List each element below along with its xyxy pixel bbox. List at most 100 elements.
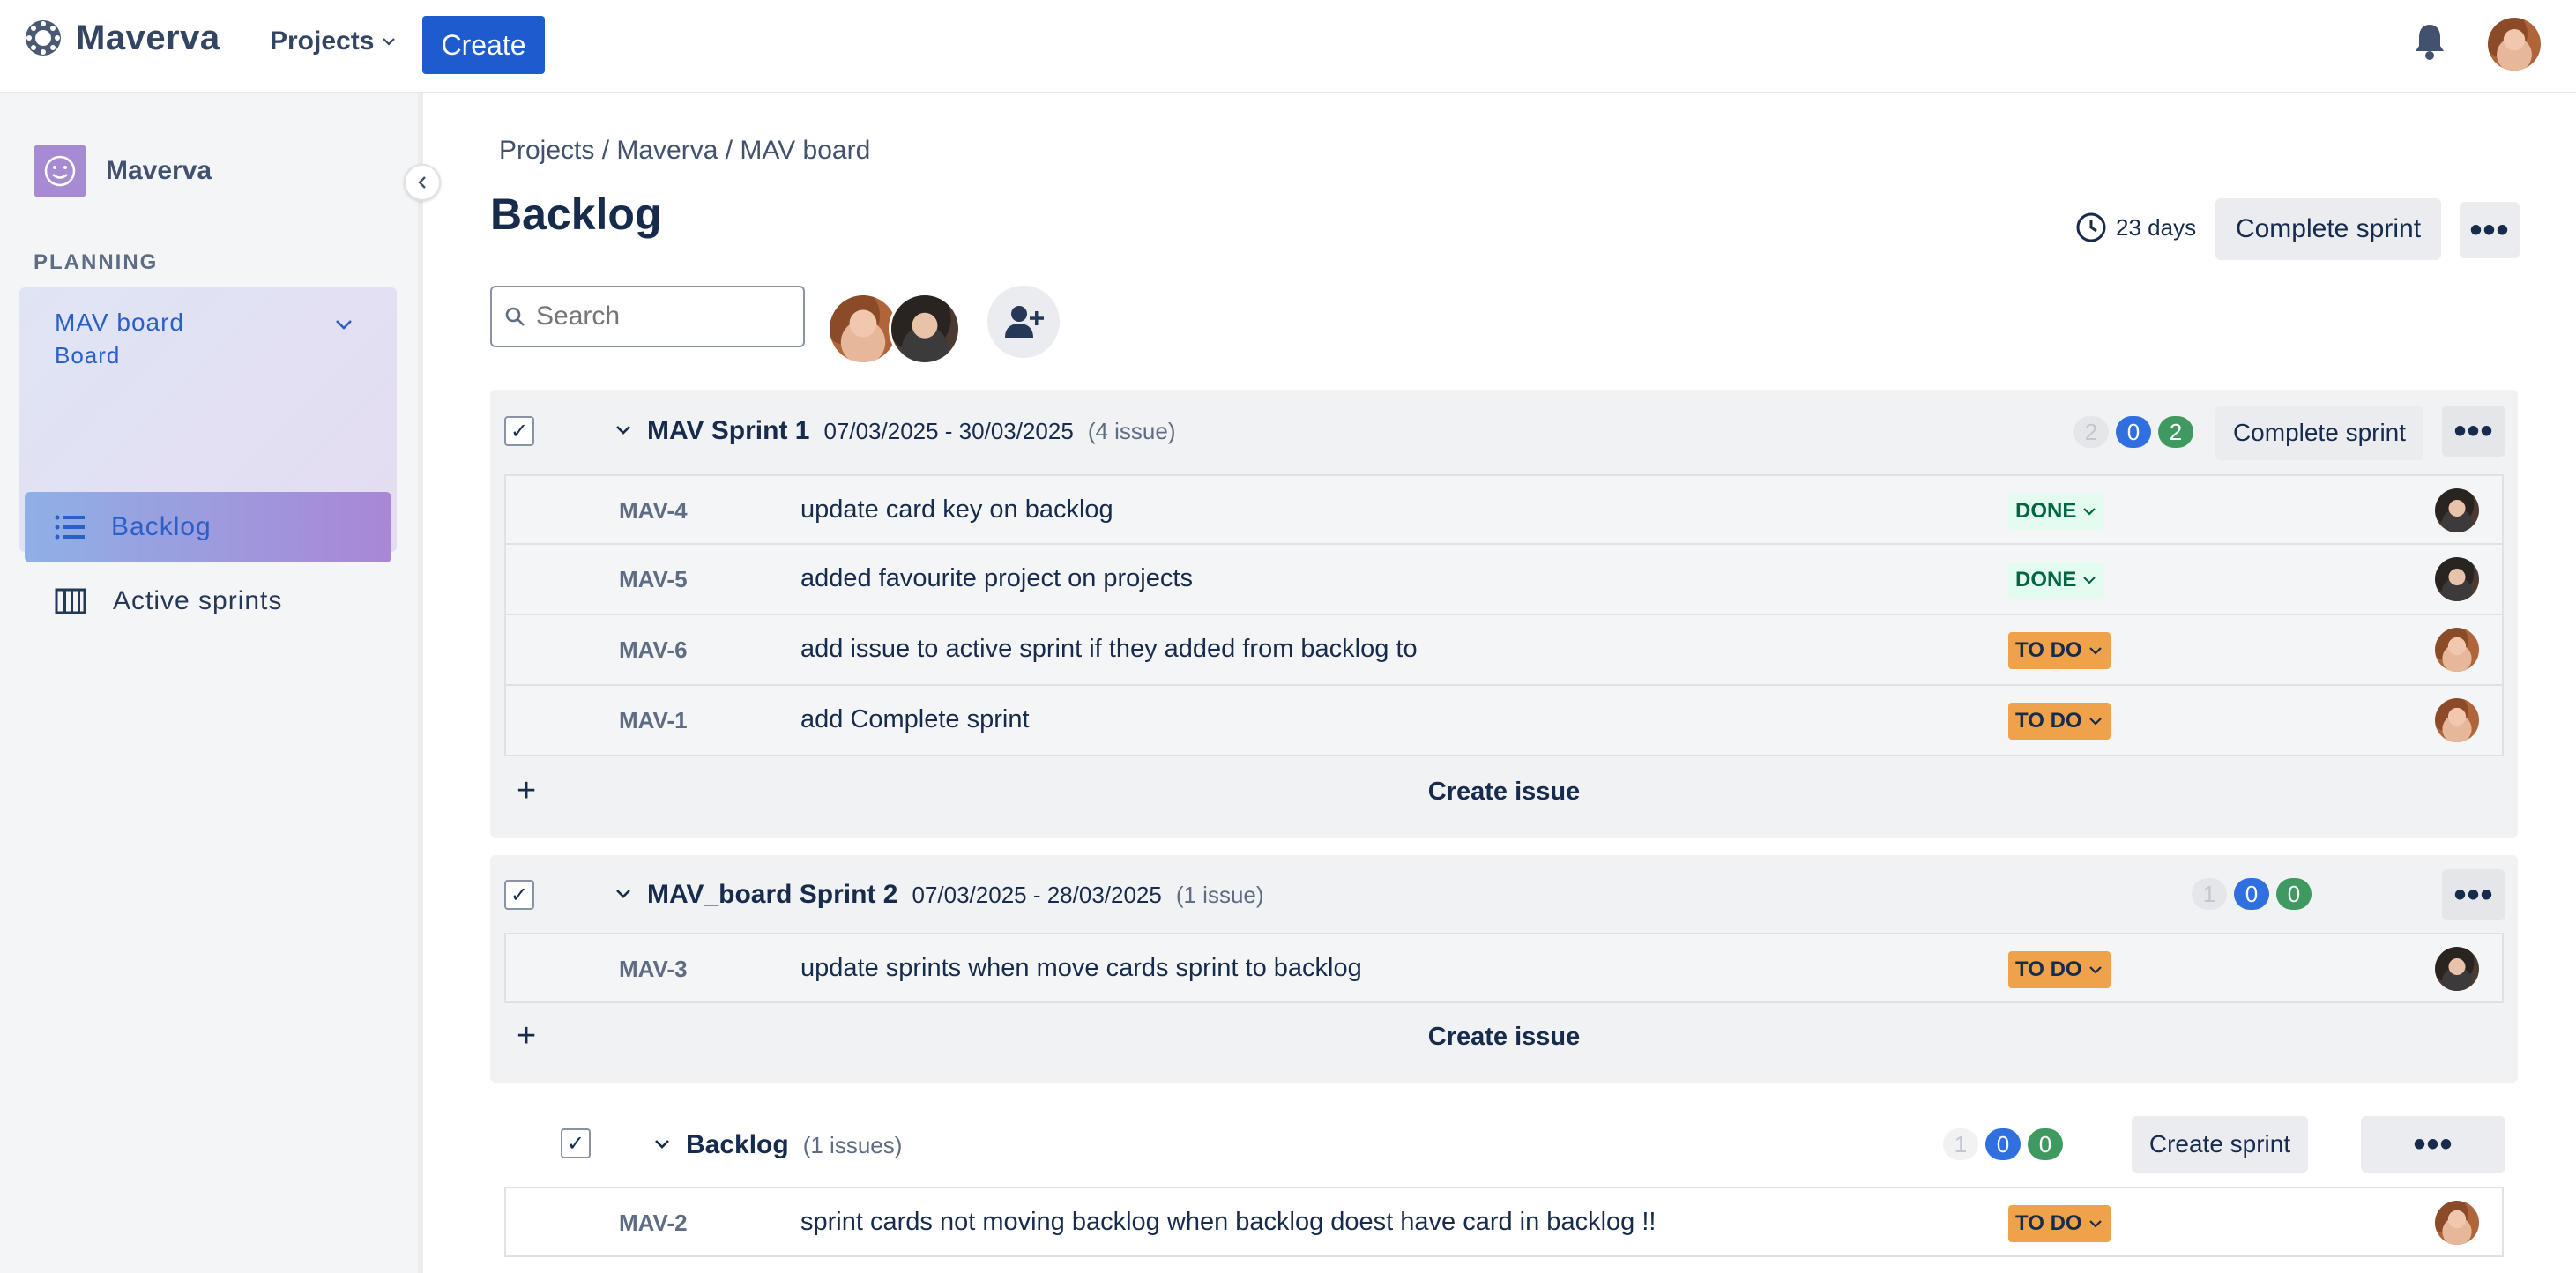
status-counts: 2 0 2 [2073,416,2193,448]
issue-list: MAV-4 update card key on backlog DONE MA… [504,474,2504,756]
issue-summary[interactable]: update card key on backlog [800,495,1113,525]
collapse-sidebar-button[interactable] [404,164,441,201]
top-navigation-bar: Maverva Projects Create [0,0,2576,93]
sprint-header[interactable]: MAV Sprint 1 07/03/2025 - 30/03/2025 (4 … [614,416,1176,446]
issue-summary[interactable]: add issue to active sprint if they added… [800,635,1418,664]
more-actions-button[interactable]: ••• [2460,202,2520,258]
issue-summary[interactable]: sprint cards not moving backlog when bac… [800,1208,1656,1237]
create-issue-button[interactable]: + Create issue [504,762,2504,823]
board-subtitle: Board [55,342,121,368]
user-avatar[interactable] [2488,18,2541,71]
sprint-issue-count: (4 issue) [1087,418,1176,444]
sprint-issue-count: (1 issue) [1175,882,1264,908]
backlog-issue-count: (1 issues) [802,1132,903,1158]
columns-icon [55,588,86,614]
issue-key[interactable]: MAV-1 [619,707,688,734]
assignee-avatar[interactable] [2435,947,2479,991]
sprint-more-button[interactable]: ••• [2442,406,2505,457]
sidebar-project-header[interactable]: Maverva [34,145,212,197]
backlog-header[interactable]: Backlog (1 issues) [652,1130,902,1160]
status-dropdown[interactable]: TO DO [2008,951,2111,988]
team-member-avatar[interactable] [889,293,961,365]
assignee-avatar[interactable] [2435,557,2479,601]
done-count-badge: 2 [2158,416,2193,448]
list-icon [55,515,85,540]
issue-summary[interactable]: update sprints when move cards sprint to… [800,954,1362,983]
sidebar-item-backlog[interactable]: Backlog [25,492,391,562]
sprint-name: MAV_board Sprint 2 [647,880,898,909]
status-label: DONE [2015,499,2077,523]
status-dropdown[interactable]: DONE [2008,493,2105,530]
issue-summary[interactable]: added favourite project on projects [800,564,1193,593]
status-dropdown[interactable]: TO DO [2008,632,2111,669]
backlog-more-button[interactable]: ••• [2361,1116,2505,1172]
planning-section-label: PLANNING [34,250,159,274]
issue-key[interactable]: MAV-2 [619,1210,688,1237]
search-input[interactable] [536,302,792,331]
status-dropdown[interactable]: TO DO [2008,1205,2111,1242]
create-issue-button[interactable]: + Create issue [504,1007,2504,1068]
breadcrumb[interactable]: Projects / Maverva / MAV board [499,136,870,166]
search-field[interactable] [490,286,805,347]
assignee-avatar[interactable] [2435,628,2479,672]
in-progress-count-badge: 0 [1985,1128,2021,1160]
issue-key[interactable]: MAV-6 [619,636,688,664]
backlog-panel: ✓ Backlog (1 issues) 1 0 0 Create sprint… [490,1102,2518,1273]
chevron-down-icon [616,426,630,435]
issue-row[interactable]: MAV-3 update sprints when move cards spr… [504,933,2504,1003]
create-sprint-button[interactable]: Create sprint [2132,1116,2308,1172]
issue-summary[interactable]: add Complete sprint [800,705,1030,734]
chevron-down-icon [383,38,396,46]
search-icon [505,307,525,326]
issue-row[interactable]: MAV-6 add issue to active sprint if they… [504,615,2504,686]
issue-row[interactable]: MAV-1 add Complete sprint TO DO [504,686,2504,756]
chevron-left-icon [418,176,426,189]
chevron-down-icon [616,890,630,898]
sprint-dates: 07/03/2025 - 28/03/2025 [912,882,1162,908]
status-counts: 1 0 0 [2192,878,2312,910]
in-progress-count-badge: 0 [2234,878,2269,910]
backlog-checkbox[interactable]: ✓ [561,1128,591,1158]
issue-list: MAV-3 update sprints when move cards spr… [504,933,2504,1003]
assignee-avatar[interactable] [2435,698,2479,742]
status-label: DONE [2015,568,2077,592]
create-issue-label: Create issue [1427,778,1581,806]
status-dropdown[interactable]: TO DO [2008,703,2111,740]
issue-row[interactable]: MAV-4 update card key on backlog DONE [504,474,2504,545]
status-counts: 1 0 0 [1943,1128,2063,1160]
more-icon: ••• [2453,875,2494,914]
complete-sprint-button[interactable]: Complete sprint [2215,198,2441,260]
status-dropdown[interactable]: DONE [2008,562,2105,599]
clock-icon [2076,212,2106,242]
issue-key[interactable]: MAV-3 [619,956,688,983]
create-button[interactable]: Create [422,16,545,74]
board-selector[interactable]: MAV board Board Backlog Active sprints [19,287,397,615]
create-issue-label: Create issue [1427,1023,1581,1051]
issue-key[interactable]: MAV-4 [619,497,688,525]
brand[interactable]: Maverva [23,18,220,58]
chevron-down-icon [2088,1220,2102,1228]
sprint-header[interactable]: MAV_board Sprint 2 07/03/2025 - 28/03/20… [614,880,1264,910]
sidebar-item-label: Active sprints [113,586,283,615]
maverva-logo-icon [26,20,61,56]
sprint-checkbox[interactable]: ✓ [504,880,534,910]
chevron-down-icon [655,1140,669,1149]
issue-row[interactable]: MAV-5 added favourite project on project… [504,545,2504,615]
todo-count-badge: 2 [2073,416,2109,448]
assignee-avatar[interactable] [2435,488,2479,532]
projects-menu[interactable]: Projects [270,26,397,56]
sprint-checkbox[interactable]: ✓ [504,416,534,446]
issue-row[interactable]: MAV-2 sprint cards not moving backlog wh… [504,1187,2504,1257]
sprint-more-button[interactable]: ••• [2442,869,2505,920]
sidebar-item-active-sprints[interactable]: Active sprints [25,566,391,636]
complete-sprint-button[interactable]: Complete sprint [2215,406,2423,460]
bell-icon[interactable] [2412,21,2447,62]
add-member-button[interactable] [987,286,1060,358]
backlog-name: Backlog [686,1130,789,1159]
issue-key[interactable]: MAV-5 [619,566,688,593]
chevron-down-icon[interactable] [330,310,358,339]
more-icon: ••• [2469,211,2510,249]
assignee-avatar[interactable] [2435,1201,2479,1245]
done-count-badge: 0 [2276,878,2312,910]
chevron-down-icon [2083,508,2096,516]
